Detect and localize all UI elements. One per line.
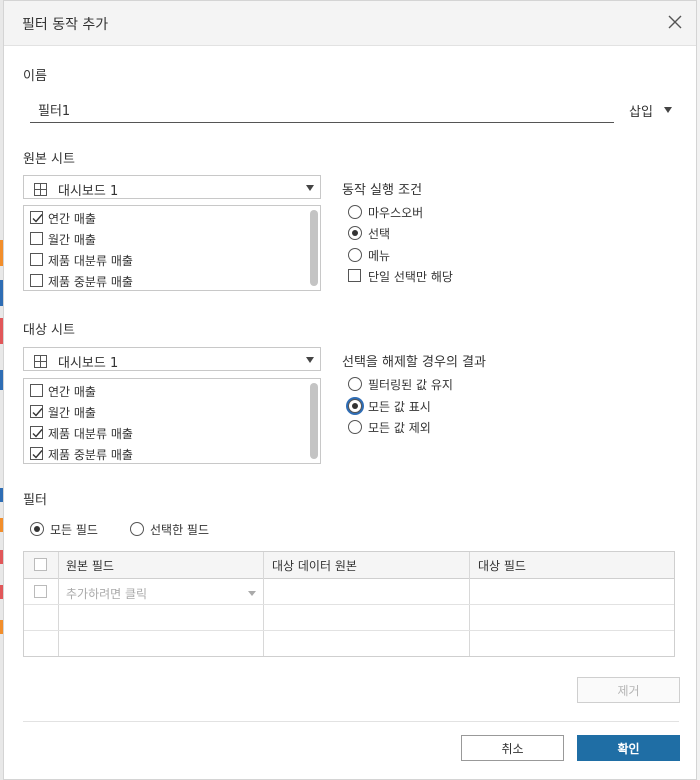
- single-select-label: 단일 선택만 해당: [368, 270, 453, 284]
- radio-button[interactable]: [348, 420, 362, 434]
- chevron-down-icon: [306, 185, 314, 191]
- table-header: 원본 필드 대상 데이터 원본 대상 필드: [24, 552, 674, 579]
- list-item-label: 연간 매출: [48, 212, 96, 226]
- radio-label: 모든 필드: [50, 523, 98, 537]
- select-all-checkbox[interactable]: [34, 558, 47, 571]
- checkbox[interactable]: [30, 211, 43, 224]
- list-item[interactable]: 연간 매출: [30, 381, 310, 401]
- grid-icon: [34, 181, 47, 200]
- radio-button[interactable]: [348, 248, 362, 262]
- list-item[interactable]: 월간 매출: [30, 229, 310, 249]
- run-action-label: 동작 실행 조건: [342, 183, 423, 198]
- close-icon[interactable]: [664, 11, 686, 33]
- checkbox[interactable]: [30, 274, 43, 287]
- target-sheet-select[interactable]: 대시보드 1: [23, 347, 321, 371]
- radio-button[interactable]: [348, 399, 362, 413]
- source-sheet-selected: 대시보드 1: [58, 184, 119, 199]
- insert-dropdown[interactable]: 삽입: [629, 101, 672, 120]
- scrollbar[interactable]: [310, 210, 318, 286]
- dialog-title: 필터 동작 추가: [22, 17, 109, 33]
- radio-label: 모든 값 제외: [368, 421, 431, 435]
- radio-button[interactable]: [348, 205, 362, 219]
- radio-label: 메뉴: [368, 249, 391, 263]
- radio-label: 선택한 필드: [150, 523, 210, 537]
- radio-label: 모든 값 표시: [368, 400, 431, 414]
- radio-label: 필터링된 값 유지: [368, 378, 453, 392]
- list-item-label: 제품 중분류 매출: [48, 275, 133, 289]
- checkbox[interactable]: [30, 253, 43, 266]
- insert-label: 삽입: [629, 105, 653, 120]
- list-item[interactable]: 제품 대분류 매출: [30, 250, 310, 270]
- list-item-label: 월간 매출: [48, 406, 96, 420]
- row-checkbox[interactable]: [34, 585, 47, 598]
- list-item-label: 제품 대분류 매출: [48, 427, 133, 441]
- radio-button[interactable]: [30, 522, 44, 536]
- checkbox[interactable]: [30, 384, 43, 397]
- list-item-label: 제품 대분류 매출: [48, 254, 133, 268]
- cancel-button[interactable]: 취소: [461, 735, 564, 761]
- list-item-label: 연간 매출: [48, 385, 96, 399]
- radio-button[interactable]: [348, 377, 362, 391]
- target-sheet-selected: 대시보드 1: [58, 356, 119, 371]
- target-sheet-label: 대상 시트: [23, 323, 75, 338]
- grid-icon: [34, 353, 47, 372]
- chevron-down-icon: [306, 357, 314, 363]
- add-filter-action-dialog: 필터 동작 추가 이름 삽입 원본 시트 대시보드 1 연간 매출 월간 매출 …: [3, 0, 697, 780]
- list-item[interactable]: 제품 중분류 매출: [30, 271, 310, 290]
- name-input[interactable]: [30, 97, 614, 123]
- ok-button[interactable]: 확인: [577, 735, 680, 761]
- dialog-titlebar: 필터 동작 추가: [4, 1, 696, 46]
- remove-button[interactable]: 제거: [577, 677, 680, 703]
- checkbox[interactable]: [30, 232, 43, 245]
- chevron-down-icon: [664, 107, 672, 113]
- list-item-label: 월간 매출: [48, 233, 96, 247]
- source-sheet-list: 연간 매출 월간 매출 제품 대분류 매출 제품 중분류 매출: [23, 205, 321, 291]
- source-sheet-label: 원본 시트: [23, 152, 75, 167]
- checkbox[interactable]: [30, 447, 43, 460]
- field-mapping-table: 원본 필드 대상 데이터 원본 대상 필드 추가하려면 클릭: [23, 551, 675, 657]
- column-target-field: 대상 필드: [478, 559, 526, 573]
- source-sheet-select[interactable]: 대시보드 1: [23, 175, 321, 199]
- divider: [23, 721, 679, 722]
- list-item[interactable]: 월간 매출: [30, 402, 310, 422]
- list-item-label: 제품 중분류 매출: [48, 448, 133, 462]
- radio-button[interactable]: [348, 226, 362, 240]
- checkbox[interactable]: [30, 405, 43, 418]
- filter-label: 필터: [23, 493, 47, 508]
- chevron-down-icon: [248, 591, 256, 596]
- column-target-datasource: 대상 데이터 원본: [272, 559, 357, 573]
- add-field-placeholder[interactable]: 추가하려면 클릭: [66, 585, 147, 602]
- scrollbar[interactable]: [310, 383, 318, 459]
- clear-selection-label: 선택을 해제할 경우의 결과: [342, 355, 486, 370]
- name-label: 이름: [23, 69, 47, 84]
- radio-label: 선택: [368, 227, 391, 241]
- list-item[interactable]: 제품 중분류 매출: [30, 444, 310, 463]
- checkbox[interactable]: [30, 426, 43, 439]
- target-sheet-list: 연간 매출 월간 매출 제품 대분류 매출 제품 중분류 매출: [23, 378, 321, 464]
- list-item[interactable]: 연간 매출: [30, 208, 310, 228]
- column-source-field: 원본 필드: [66, 559, 114, 573]
- checkbox[interactable]: [348, 269, 361, 282]
- list-item[interactable]: 제품 대분류 매출: [30, 423, 310, 443]
- radio-label: 마우스오버: [368, 206, 424, 220]
- radio-button[interactable]: [130, 522, 144, 536]
